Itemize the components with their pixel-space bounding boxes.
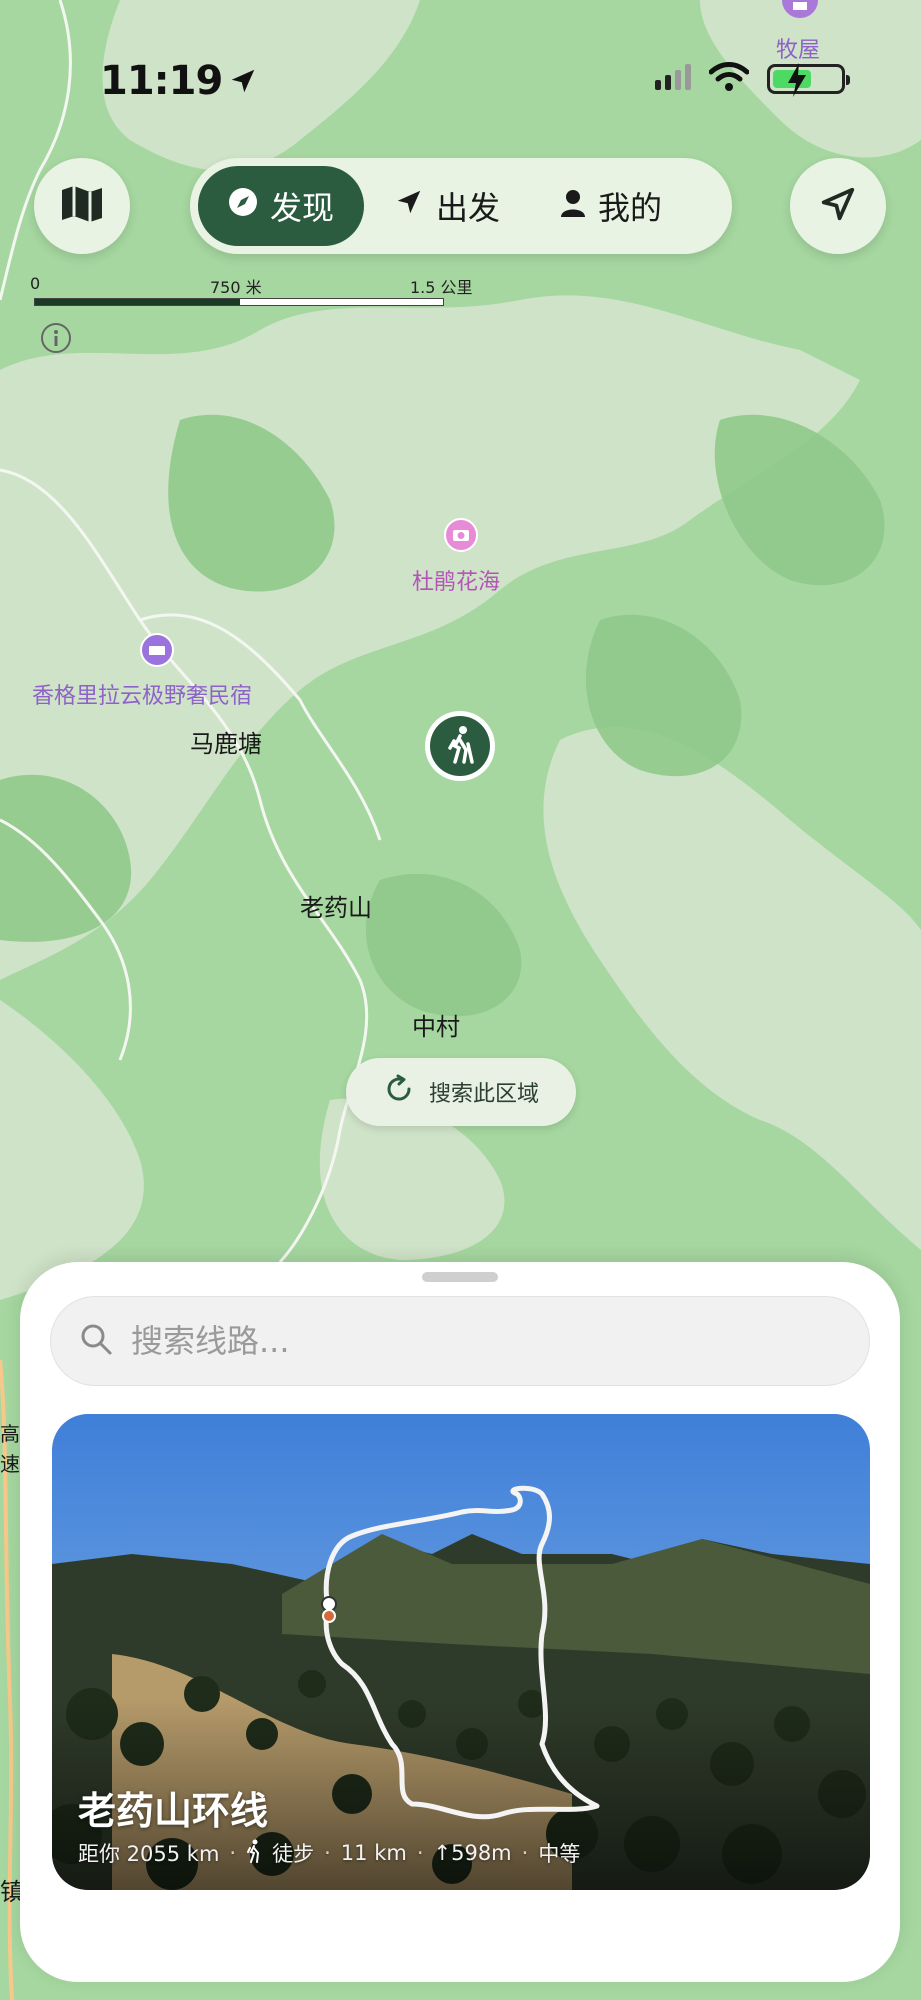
scale-mid: 750 米: [210, 278, 262, 297]
search-this-area-button[interactable]: 搜索此区域: [346, 1058, 576, 1126]
route-distance-from-you: 距你 2055 km: [78, 1842, 220, 1866]
location-arrow-icon: [228, 60, 258, 106]
route-length: 11 km: [340, 1841, 407, 1865]
separator-dot: ·: [521, 1841, 529, 1865]
search-this-area-label: 搜索此区域: [428, 1082, 539, 1107]
battery-icon: [767, 63, 850, 97]
main-tab-switcher: 发现 出发 我的: [190, 158, 732, 254]
navigation-arrow-icon: [394, 187, 424, 225]
place-malutang-label: 马鹿塘: [190, 730, 262, 758]
tab-me-label: 我的: [598, 189, 663, 227]
cellular-signal-icon: [655, 64, 691, 94]
route-meta: 距你 2055 km · 徒步 · 11 km · ↑598m · 中等: [78, 1838, 580, 1868]
sheet-drag-handle[interactable]: [422, 1272, 498, 1282]
map-layers-button[interactable]: [34, 158, 130, 254]
route-difficulty: 中等: [538, 1842, 581, 1866]
separator-dot: ·: [229, 1841, 237, 1865]
search-icon: [79, 1322, 113, 1360]
compass-icon: [228, 187, 258, 225]
lodging-poi-icon[interactable]: [140, 633, 174, 671]
separator-dot: ·: [324, 1841, 331, 1865]
status-time: 11:19: [100, 58, 258, 106]
info-icon[interactable]: [40, 322, 72, 354]
map-edge-label-2: 速: [0, 1452, 20, 1476]
scale-bar: [34, 298, 444, 306]
route-activity: 徒步: [272, 1842, 315, 1866]
tab-discover-label: 发现: [270, 189, 335, 227]
person-icon: [560, 187, 586, 225]
scale-start: 0: [30, 274, 41, 293]
wifi-icon: [708, 62, 750, 96]
poi-flowers-label: 杜鹃花海: [412, 570, 501, 595]
status-icons: [655, 62, 850, 97]
separator-dot: ·: [416, 1841, 424, 1865]
tab-discover[interactable]: 发现: [198, 166, 365, 246]
poi-lodge-label: 香格里拉云极野奢民宿: [32, 684, 253, 709]
map-icon: [60, 184, 104, 228]
hiking-icon: [246, 1839, 262, 1868]
refresh-icon: [383, 1073, 415, 1111]
camera-poi-icon[interactable]: [444, 518, 478, 556]
place-zhongcun-label: 中村: [412, 1013, 460, 1041]
scale-end: 1.5 公里: [410, 278, 473, 297]
locate-me-button[interactable]: [790, 158, 886, 254]
map-edge-label-1: 高: [0, 1422, 20, 1446]
tab-go[interactable]: 出发: [364, 166, 530, 246]
route-search-field[interactable]: [50, 1296, 870, 1386]
tab-go-label: 出发: [436, 189, 501, 227]
place-laoyaoshan-label: 老药山: [300, 894, 372, 922]
tab-me[interactable]: 我的: [530, 166, 692, 246]
route-search-input[interactable]: [129, 1321, 833, 1361]
hut-poi-icon[interactable]: [782, 0, 818, 24]
time-text: 11:19: [100, 58, 223, 104]
hiker-marker-icon[interactable]: [424, 710, 496, 786]
route-title: 老药山环线: [78, 1789, 269, 1833]
navigation-arrow-icon: [819, 185, 857, 227]
poi-hut-label: 牧屋: [776, 38, 821, 63]
route-elevation-gain: ↑598m: [433, 1841, 512, 1865]
